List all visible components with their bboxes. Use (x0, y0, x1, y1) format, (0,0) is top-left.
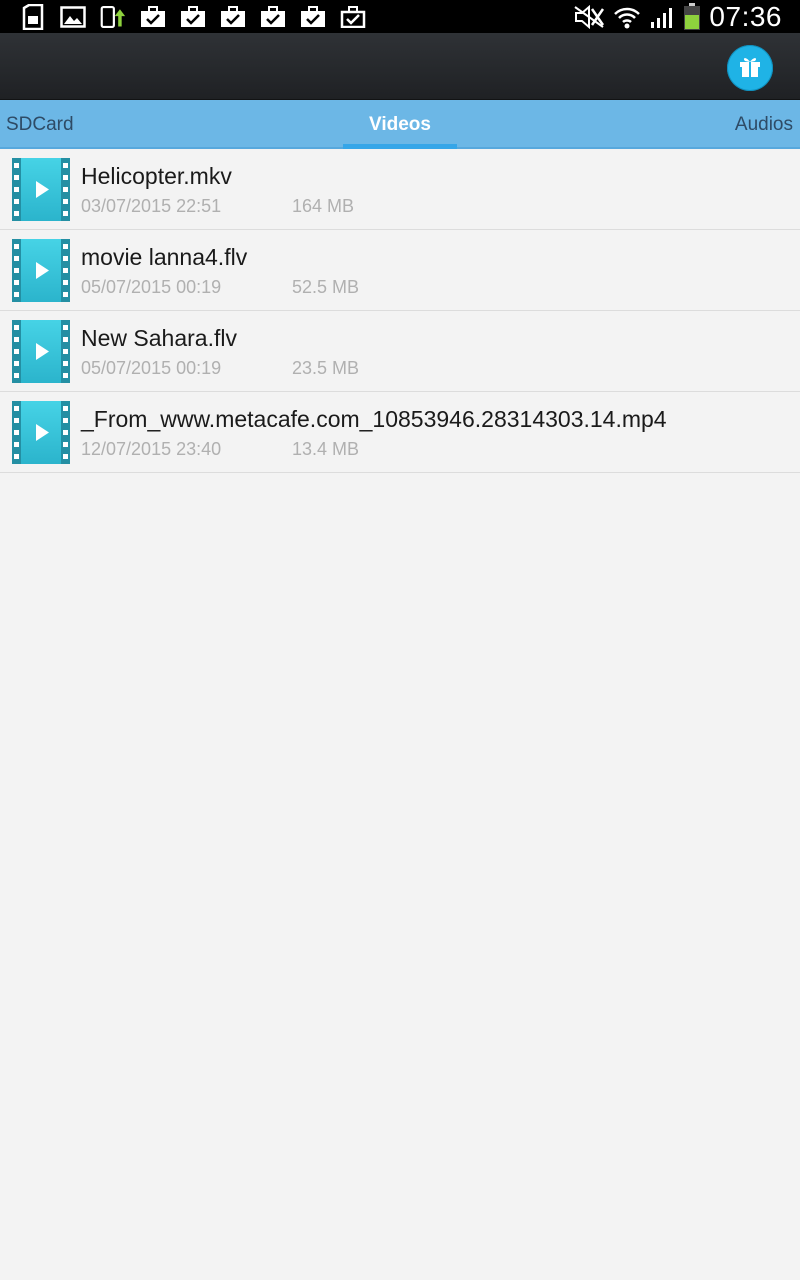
tab-bar: SDCard Videos Audios (0, 100, 800, 149)
status-bar: 07:36 (0, 0, 800, 33)
tab-sdcard[interactable]: SDCard (6, 100, 74, 149)
briefcase-check-icon (140, 4, 166, 30)
file-size: 164 MB (292, 196, 355, 216)
video-file-icon (12, 239, 70, 302)
battery-icon (683, 2, 701, 31)
list-item[interactable]: New Sahara.flv 05/07/2015 00:19 23.5 MB (0, 311, 800, 392)
wifi-icon (613, 5, 641, 29)
signal-icon (649, 5, 675, 29)
notification-icons (20, 3, 366, 30)
briefcase-check-icon (220, 4, 246, 30)
image-icon (60, 4, 86, 30)
file-date: 03/07/2015 22:51 (81, 196, 222, 216)
file-size: 13.4 MB (292, 439, 360, 459)
briefcase-check-icon (300, 4, 326, 30)
briefcase-multi-check-icon (340, 4, 366, 30)
phone-upload-icon (100, 4, 126, 30)
list-item[interactable]: Helicopter.mkv 03/07/2015 22:51 164 MB (0, 149, 800, 230)
file-date: 12/07/2015 23:40 (81, 439, 222, 459)
file-name: Helicopter.mkv (81, 163, 232, 189)
video-file-icon (12, 158, 70, 221)
file-date: 05/07/2015 00:19 (81, 277, 222, 297)
action-bar (0, 33, 800, 100)
list-item[interactable]: movie lanna4.flv 05/07/2015 00:19 52.5 M… (0, 230, 800, 311)
file-name: movie lanna4.flv (81, 244, 248, 270)
file-size: 23.5 MB (292, 358, 360, 378)
tab-audios[interactable]: Audios (735, 100, 793, 149)
system-status: 07:36 (573, 1, 782, 33)
gift-button[interactable] (727, 45, 773, 91)
video-file-icon (12, 320, 70, 383)
file-list: Helicopter.mkv 03/07/2015 22:51 164 MB m… (0, 149, 800, 473)
briefcase-check-icon (260, 4, 286, 30)
file-size: 52.5 MB (292, 277, 360, 297)
mute-icon (573, 4, 605, 29)
gift-icon (737, 53, 763, 84)
sd-card-icon (20, 3, 46, 30)
file-name: _From_www.metacafe.com_10853946.28314303… (81, 406, 667, 432)
list-item[interactable]: _From_www.metacafe.com_10853946.28314303… (0, 392, 800, 473)
briefcase-check-icon (180, 4, 206, 30)
video-file-icon (12, 401, 70, 464)
file-name: New Sahara.flv (81, 325, 237, 351)
clock: 07:36 (709, 0, 782, 32)
tab-videos[interactable]: Videos (343, 100, 457, 149)
file-date: 05/07/2015 00:19 (81, 358, 222, 378)
